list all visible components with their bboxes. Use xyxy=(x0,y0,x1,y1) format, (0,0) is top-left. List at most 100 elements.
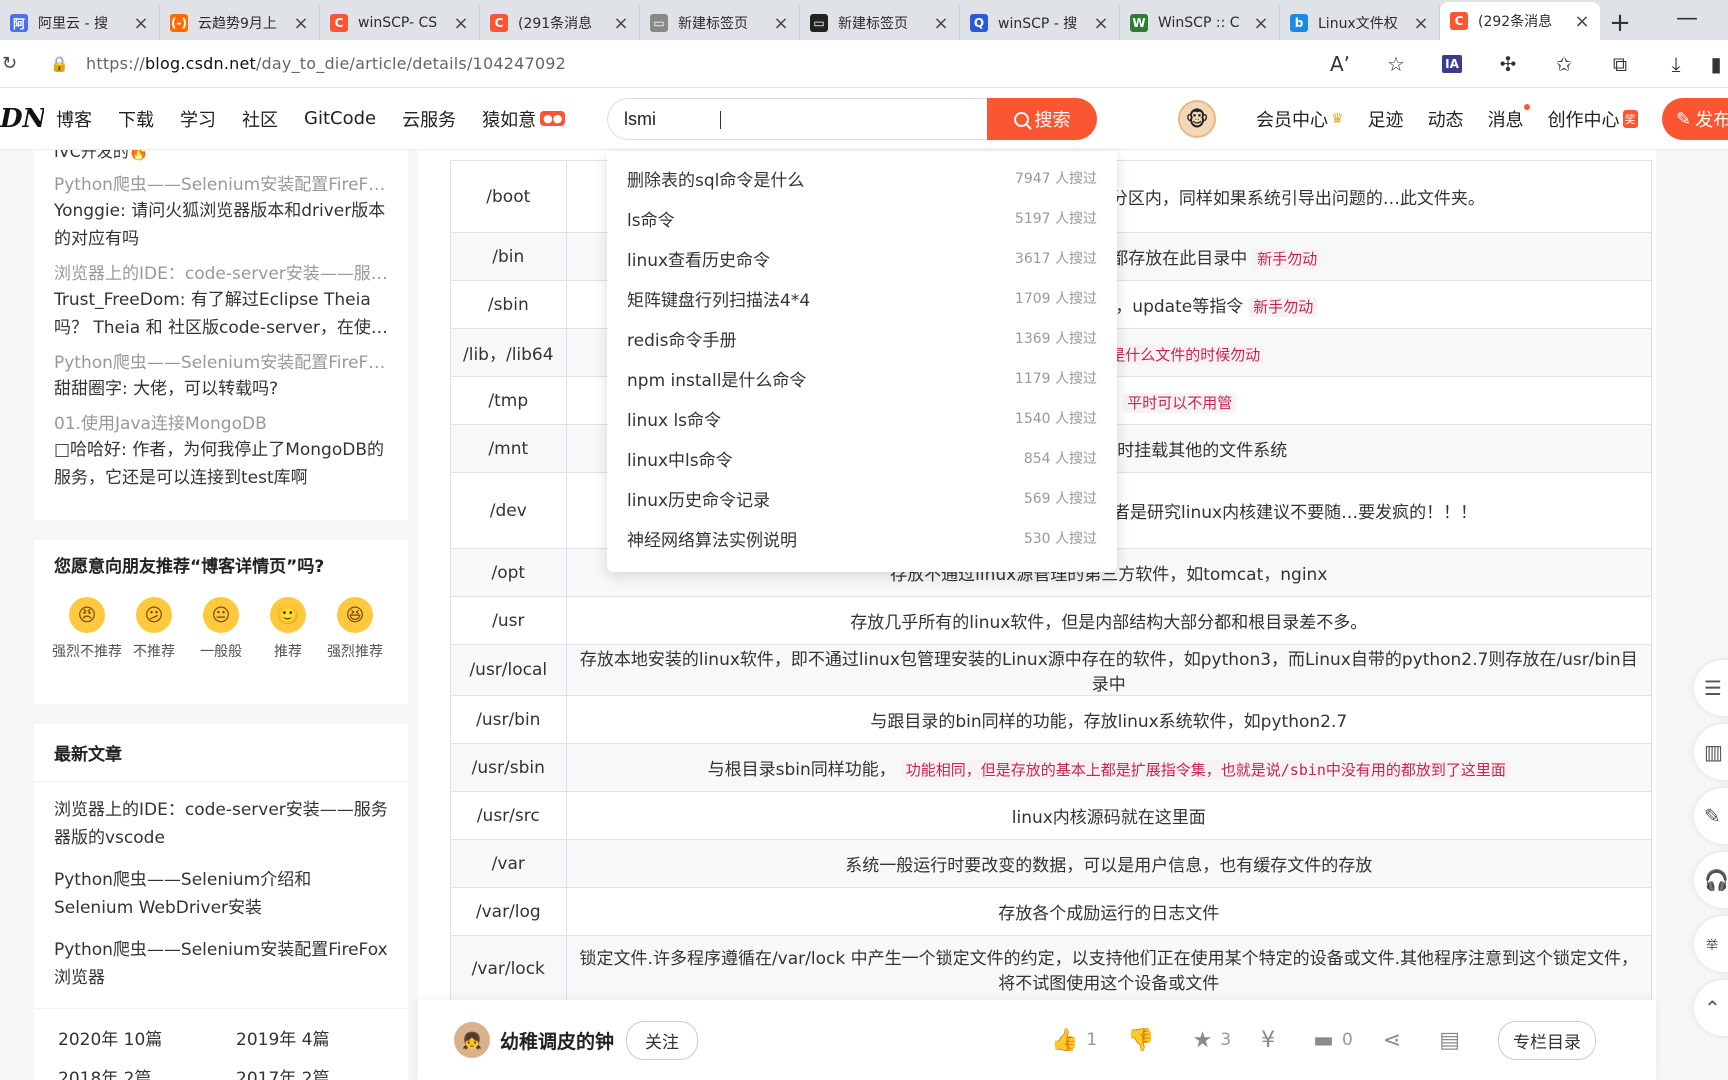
browser-tab[interactable]: (-) 云趋势9月上 × xyxy=(160,6,320,40)
suggestion-item[interactable]: redis命令手册 1369 人搜过 xyxy=(607,318,1117,358)
favorite-button[interactable]: ★ 3 xyxy=(1193,1028,1232,1053)
close-tab-icon[interactable]: × xyxy=(1253,13,1269,34)
extension-ia-icon[interactable]: IA xyxy=(1424,55,1480,73)
close-tab-icon[interactable]: × xyxy=(1093,13,1109,34)
more-icon[interactable]: ▮ xyxy=(1704,52,1728,76)
favorites-icon[interactable]: ✩ xyxy=(1536,52,1592,76)
rating-option[interactable]: 😐 一般般 xyxy=(188,597,254,661)
latest-article-link[interactable]: 浏览器上的IDE：code-server安装——服务器版的vscode xyxy=(34,796,408,852)
search-button[interactable]: 搜索 xyxy=(987,98,1097,140)
read-aloud-icon[interactable]: Aʼ xyxy=(1312,52,1368,76)
browser-tab[interactable]: C (291条消息 × xyxy=(480,6,640,40)
url-field[interactable]: https://blog.csdn.net/day_to_die/article… xyxy=(86,54,566,73)
collections-icon[interactable]: ⧉ xyxy=(1592,52,1648,76)
footprint-link[interactable]: 足迹 xyxy=(1368,106,1404,132)
desc-text: 锁定文件.许多程序遵循在/var/lock 中产生一个锁定文件的约定，以支持他们… xyxy=(579,948,1638,994)
follow-button[interactable]: 关注 xyxy=(626,1020,699,1060)
desc-text: linux内核源码就在这里面 xyxy=(1011,808,1206,828)
nav-gitcode[interactable]: GitCode xyxy=(304,106,376,132)
browser-tab[interactable]: C (292条消息 × xyxy=(1440,2,1600,40)
archive-year-link[interactable]: 2020年 10篇 xyxy=(58,1025,236,1050)
edit-icon[interactable]: ✎ xyxy=(1694,788,1728,844)
comment-body[interactable]: □哈哈好: 作者，为何我停止了MongoDB的服务，它还是可以连接到test库啊 xyxy=(54,436,388,492)
author-avatar[interactable]: 👧 xyxy=(454,1022,490,1058)
rating-option[interactable]: 😆 强烈推荐 xyxy=(322,597,388,661)
lock-icon[interactable]: 🔒 xyxy=(50,55,74,73)
suggestion-item[interactable]: 神经网络算法实例说明 530 人搜过 xyxy=(607,518,1117,558)
browser-tab[interactable]: W WinSCP :: C × xyxy=(1120,6,1280,40)
comment-article-title[interactable]: 01.使用Java连接MongoDB xyxy=(54,409,390,434)
comment-article-title[interactable]: Python爬虫——Selenium安装配置FireF… xyxy=(54,170,390,195)
rating-option[interactable]: 🙂 推荐 xyxy=(255,597,321,661)
comment-body[interactable]: 甜甜圈字: 大佬，可以转载吗? xyxy=(54,375,388,403)
share-button[interactable]: ⋖ xyxy=(1383,1028,1409,1053)
close-tab-icon[interactable]: × xyxy=(133,13,149,34)
rating-option[interactable]: 😕 不推荐 xyxy=(121,597,187,661)
nav-download[interactable]: 下载 xyxy=(118,106,154,132)
like-button[interactable]: 👍 1 xyxy=(1051,1028,1097,1053)
minimize-icon[interactable]: — xyxy=(1676,6,1698,31)
close-tab-icon[interactable]: × xyxy=(293,13,309,34)
latest-article-link[interactable]: Python爬虫——Selenium安装配置FireFox浏览器 xyxy=(34,936,408,992)
reward-button[interactable]: ¥ xyxy=(1261,1028,1283,1053)
latest-article-link[interactable]: Python爬虫——Selenium介绍和Selenium WebDriver安… xyxy=(34,866,408,922)
publish-button[interactable]: ✎ 发布 xyxy=(1662,98,1728,140)
author-name[interactable]: 幼稚调皮的钟 xyxy=(500,1027,614,1054)
comment-body[interactable]: Trust_FreeDom: 有了解过Eclipse Theia吗？ Theia… xyxy=(54,286,388,342)
reload-icon[interactable]: ↻ xyxy=(0,53,30,74)
search-input[interactable] xyxy=(607,98,993,140)
comment-article-title[interactable]: 浏览器上的IDE：code-server安装——服… xyxy=(54,259,390,284)
suggestion-item[interactable]: linux中ls命令 854 人搜过 xyxy=(607,438,1117,478)
close-tab-icon[interactable]: × xyxy=(1574,11,1590,32)
suggestion-item[interactable]: npm install是什么命令 1179 人搜过 xyxy=(607,358,1117,398)
browser-tab[interactable]: 阿阿里云 - 搜 × xyxy=(0,6,160,40)
browser-tab[interactable]: QwinSCP - 搜 × xyxy=(960,6,1120,40)
close-tab-icon[interactable]: × xyxy=(933,13,949,34)
archive-year-link[interactable]: 2018年 2篇 xyxy=(58,1064,236,1080)
suggestion-item[interactable]: 矩阵键盘行列扫描法4*4 1709 人搜过 xyxy=(607,278,1117,318)
nav-learn[interactable]: 学习 xyxy=(180,106,216,132)
browser-tab[interactable]: b Linux文件权 × xyxy=(1280,6,1440,40)
column-toc-button[interactable]: 专栏目录 xyxy=(1498,1020,1596,1060)
suggestion-item[interactable]: linux历史命令记录 569 人搜过 xyxy=(607,478,1117,518)
close-tab-icon[interactable]: × xyxy=(453,13,469,34)
toc-icon[interactable]: ☰ xyxy=(1694,660,1728,716)
browser-tab[interactable]: CwinSCP- CS × xyxy=(320,6,480,40)
new-tab-button[interactable]: + xyxy=(1600,6,1640,40)
csdn-logo[interactable]: DN xyxy=(0,104,44,134)
comment-button[interactable]: ▬ 0 xyxy=(1313,1028,1353,1053)
suggestion-item[interactable]: linux ls命令 1540 人搜过 xyxy=(607,398,1117,438)
browser-tab[interactable]: ▭ 新建标签页 × xyxy=(800,6,960,40)
browser-toolbar: Aʼ ☆ IA ✣ ✩ ⧉ ⤓ ▮ xyxy=(1312,40,1728,88)
nav-community[interactable]: 社区 xyxy=(242,106,278,132)
avatar[interactable]: 🐵 xyxy=(1178,100,1216,138)
vip-center-link[interactable]: 会员中心 ♛ xyxy=(1256,106,1344,132)
report-icon[interactable]: 举 xyxy=(1694,916,1728,972)
rating-option[interactable]: 😠 强烈不推荐 xyxy=(52,597,122,661)
extensions-puzzle-icon[interactable]: ✣ xyxy=(1480,52,1536,76)
suggestion-item[interactable]: 删除表的sql命令是什么 7947 人搜过 xyxy=(607,158,1117,198)
back-to-top-icon[interactable]: ⌃ xyxy=(1694,980,1728,1036)
comment-body[interactable]: Yonggie: 请问火狐浏览器版本和driver版本的对应有吗 xyxy=(54,197,388,253)
dynamic-link[interactable]: 动态 xyxy=(1428,106,1464,132)
close-tab-icon[interactable]: × xyxy=(1413,13,1429,34)
nav-cloud[interactable]: 云服务 xyxy=(402,106,456,132)
suggestion-item[interactable]: linux查看历史命令 3617 人搜过 xyxy=(607,238,1117,278)
messages-link[interactable]: 消息 xyxy=(1488,104,1530,132)
add-favorite-icon[interactable]: ☆ xyxy=(1368,52,1424,76)
creation-center-link[interactable]: 创作中心奖 xyxy=(1548,106,1638,132)
close-tab-icon[interactable]: × xyxy=(613,13,629,34)
dislike-button[interactable]: 👎 xyxy=(1127,1028,1162,1053)
downloads-icon[interactable]: ⤓ xyxy=(1648,52,1704,76)
archive-year-link[interactable]: 2017年 2篇 xyxy=(236,1064,396,1080)
comment-article-title[interactable]: Python爬虫——Selenium安装配置FireF… xyxy=(54,348,390,373)
layout-icon[interactable]: ▥ xyxy=(1694,724,1728,780)
nav-blog[interactable]: 博客 xyxy=(56,106,92,132)
close-tab-icon[interactable]: × xyxy=(773,13,789,34)
nav-yuanruyi[interactable]: 猿如意 ●● xyxy=(482,106,566,132)
suggestion-item[interactable]: ls命令 5197 人搜过 xyxy=(607,198,1117,238)
archive-year-link[interactable]: 2019年 4篇 xyxy=(236,1025,396,1050)
headset-icon[interactable]: 🎧 xyxy=(1694,852,1728,908)
browser-tab[interactable]: ▭ 新建标签页 × xyxy=(640,6,800,40)
pdf-button[interactable]: ▤ xyxy=(1439,1028,1468,1053)
